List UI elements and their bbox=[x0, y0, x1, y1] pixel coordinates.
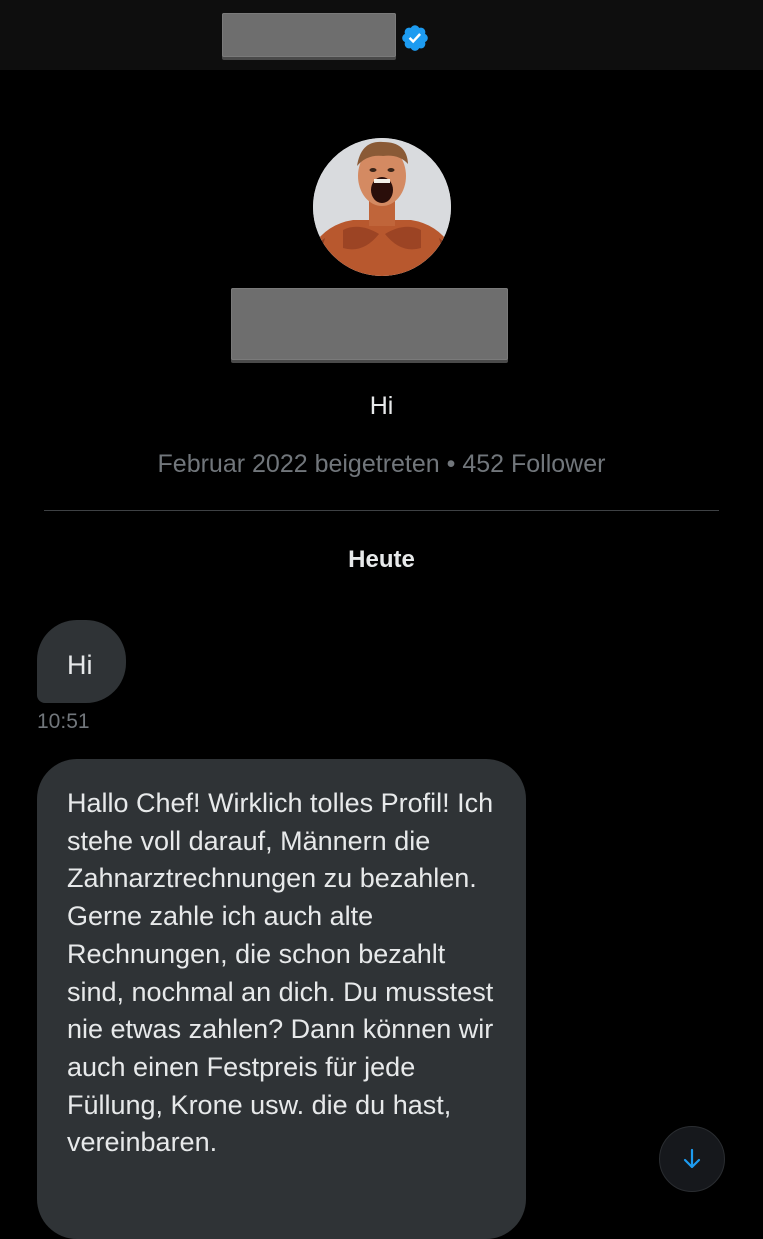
message-text: Hallo Chef! Wirklich tolles Profil! Ich … bbox=[67, 788, 494, 1158]
avatar-image bbox=[313, 138, 451, 276]
message-bubble[interactable]: Hallo Chef! Wirklich tolles Profil! Ich … bbox=[37, 759, 526, 1239]
redacted-display-name bbox=[222, 13, 396, 57]
date-separator: Heute bbox=[348, 546, 415, 573]
message-bubble[interactable]: Hi bbox=[37, 620, 126, 703]
conversation-header bbox=[0, 0, 763, 70]
profile-bio: Hi bbox=[369, 392, 394, 420]
avatar[interactable] bbox=[313, 138, 451, 276]
arrow-down-icon bbox=[683, 1148, 701, 1169]
message-timestamp: 10:51 bbox=[37, 710, 90, 733]
verified-badge-icon bbox=[402, 25, 428, 51]
profile-meta: Februar 2022 beigetreten • 452 Follower bbox=[157, 450, 606, 478]
redacted-profile-name bbox=[231, 288, 508, 360]
message-text: Hi bbox=[67, 650, 93, 680]
scroll-to-bottom-button[interactable] bbox=[659, 1126, 725, 1192]
divider bbox=[44, 510, 719, 511]
